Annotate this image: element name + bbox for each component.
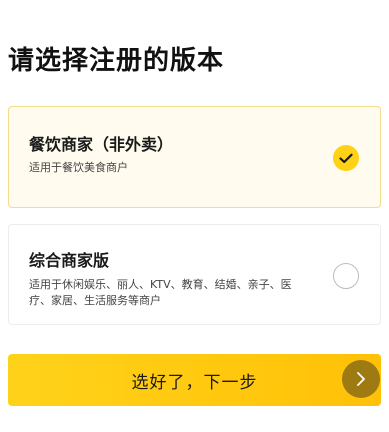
option-description: 适用于休闲娱乐、丽人、KTV、教育、结婚、亲子、医疗、家居、生活服务等商户 [29, 278, 292, 307]
chevron-right-icon [342, 360, 380, 398]
option-card-general[interactable]: 综合商家版 适用于休闲娱乐、丽人、KTV、教育、结婚、亲子、医疗、家居、生活服务… [8, 224, 381, 325]
radio-unchecked-icon[interactable] [333, 263, 359, 289]
option-card-catering[interactable]: 餐饮商家（非外卖） 适用于餐饮美食商户 [8, 106, 381, 208]
page: 请选择注册的版本 餐饮商家（非外卖） 适用于餐饮美食商户 综合商家版 适用于休闲… [0, 0, 389, 432]
next-step-label: 选好了，下一步 [131, 373, 258, 392]
page-title: 请选择注册的版本 [8, 46, 225, 76]
option-name: 综合商家版 [29, 251, 110, 270]
option-description: 适用于餐饮美食商户 [29, 161, 128, 174]
checkmark-icon[interactable] [333, 145, 359, 171]
next-step-button[interactable]: 选好了，下一步 [8, 354, 381, 406]
option-name: 餐饮商家（非外卖） [29, 135, 174, 154]
